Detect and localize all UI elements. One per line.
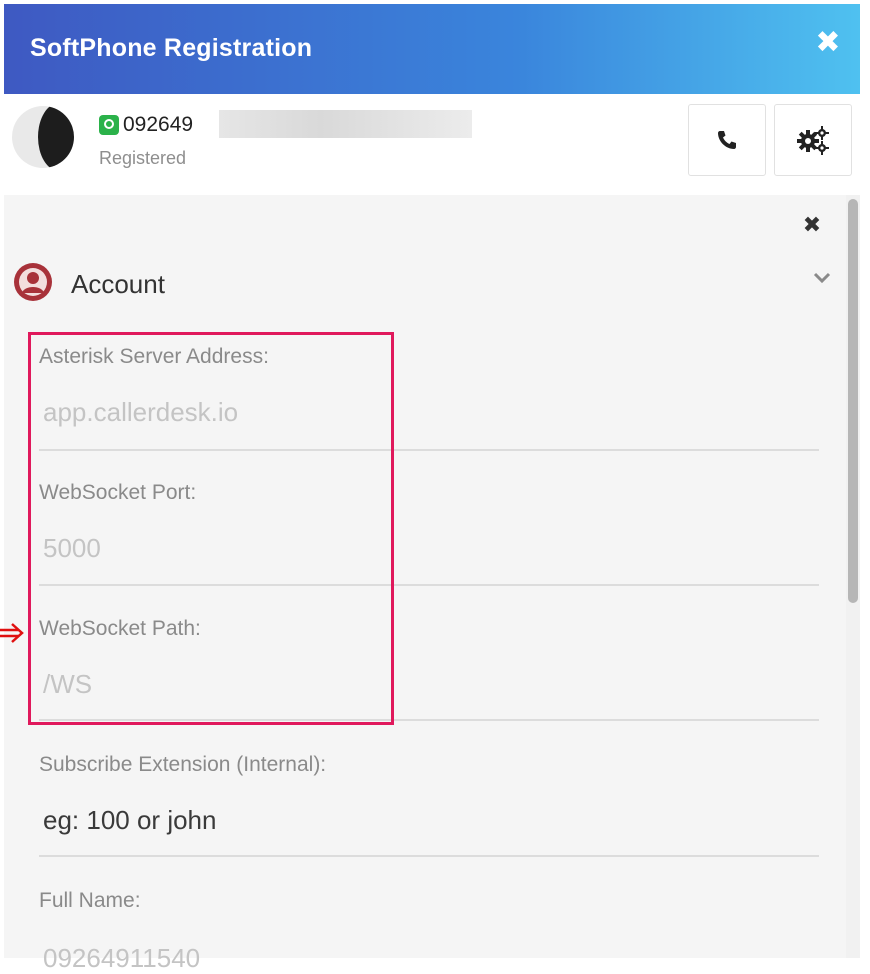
close-icon[interactable]: ✖ <box>814 28 842 58</box>
subscribe-extension-field: Subscribe Extension (Internal): eg: 100 … <box>39 753 819 863</box>
field-divider <box>39 855 819 857</box>
scrollbar[interactable] <box>846 195 860 958</box>
phone-number: 092649 <box>123 113 194 136</box>
scrollbar-thumb[interactable] <box>848 199 858 603</box>
websocket-path-field: WebSocket Path: /WS <box>39 617 819 727</box>
chevron-down-icon[interactable] <box>810 265 834 289</box>
account-section-title: Account <box>71 269 165 299</box>
close-icon[interactable]: ✖ <box>800 213 824 237</box>
field-label: Asterisk Server Address: <box>39 345 269 368</box>
gears-icon <box>797 126 829 155</box>
subscribe-extension-input[interactable]: eg: 100 or john <box>43 805 216 836</box>
server-address-field: Asterisk Server Address: app.callerdesk.… <box>39 345 819 455</box>
whatsapp-icon <box>99 115 119 135</box>
field-label: Full Name: <box>39 889 141 912</box>
field-label: WebSocket Port: <box>39 481 197 504</box>
websocket-path-input[interactable]: /WS <box>43 669 92 700</box>
settings-panel: ✖ Account Asterisk Server Address: app.c… <box>4 195 860 973</box>
user-circle-icon <box>14 263 52 301</box>
field-divider <box>39 584 819 586</box>
field-divider <box>39 449 819 451</box>
full-name-input[interactable]: 09264911540 <box>43 943 200 974</box>
field-label: Subscribe Extension (Internal): <box>39 753 327 776</box>
registration-status: Registered <box>99 148 187 168</box>
redacted-area <box>219 110 472 138</box>
websocket-port-input[interactable]: 5000 <box>43 533 101 564</box>
settings-button[interactable] <box>774 104 852 176</box>
field-divider <box>39 719 819 721</box>
call-button[interactable] <box>688 104 766 176</box>
window-title: SoftPhone Registration <box>30 34 313 62</box>
phone-icon <box>718 131 736 149</box>
annotation-arrow-icon <box>0 623 24 643</box>
server-address-input[interactable]: app.callerdesk.io <box>43 397 238 428</box>
avatar <box>12 106 74 168</box>
field-label: WebSocket Path: <box>39 617 201 640</box>
window-titlebar: SoftPhone Registration ✖ <box>4 4 860 94</box>
full-name-field: Full Name: 09264911540 <box>39 889 819 973</box>
websocket-port-field: WebSocket Port: 5000 <box>39 481 819 591</box>
registration-status-bar: 092649 Registered <box>4 98 860 194</box>
